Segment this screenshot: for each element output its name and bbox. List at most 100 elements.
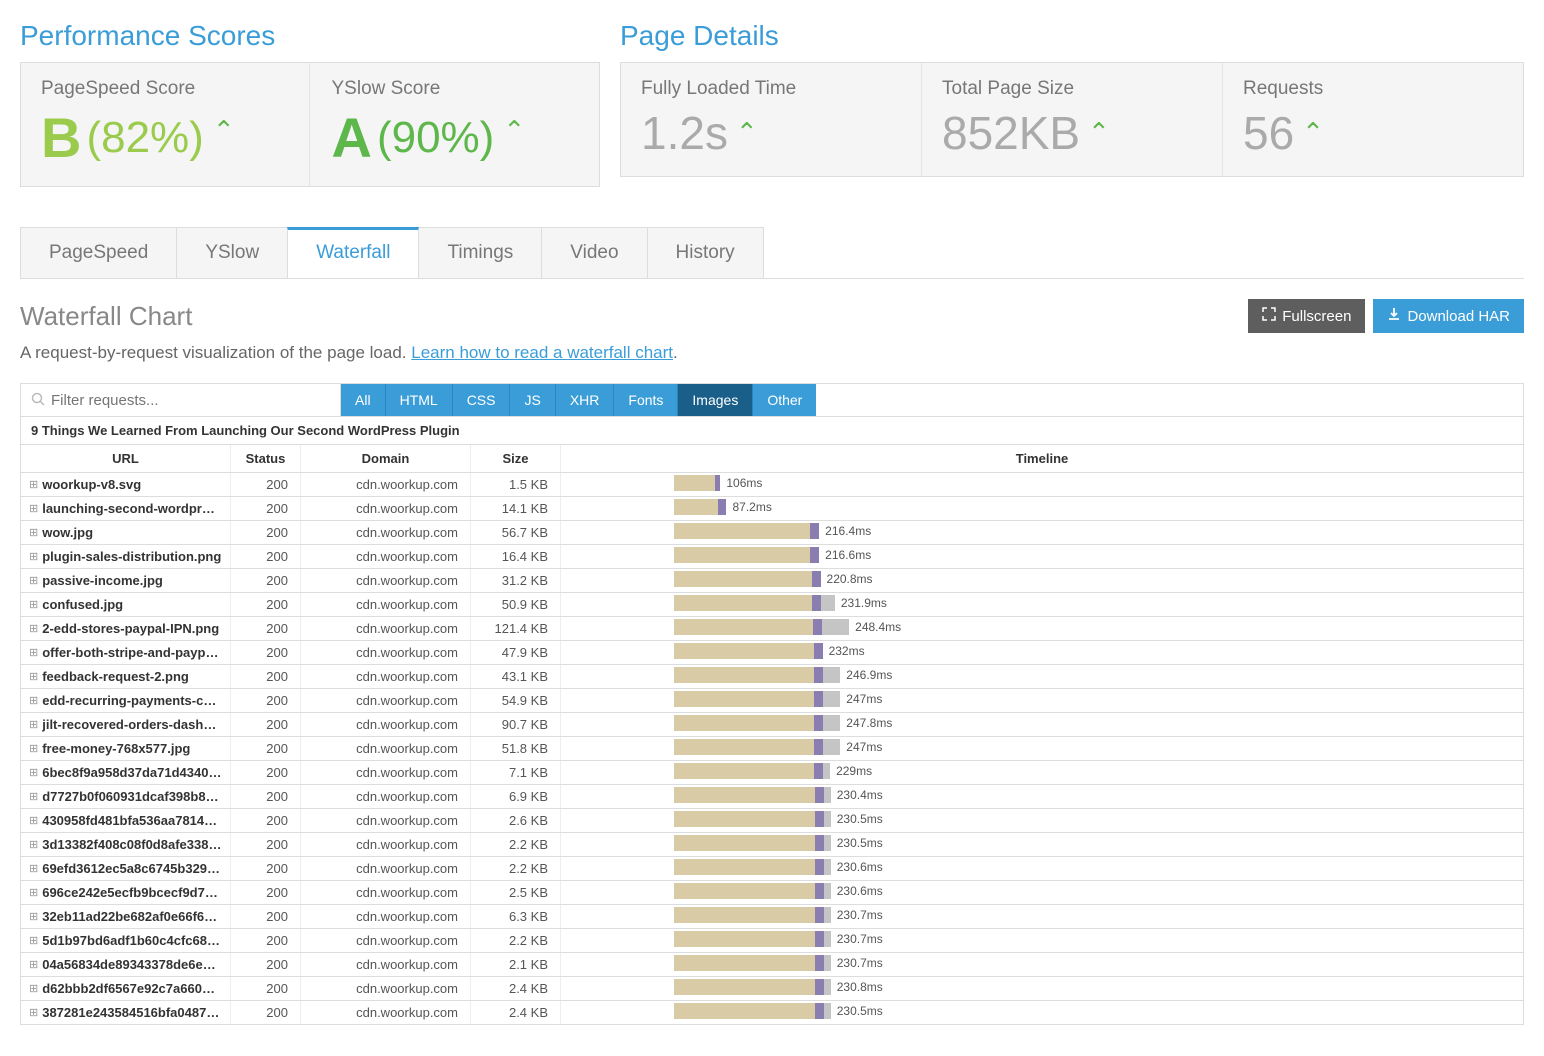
tab-pagespeed[interactable]: PageSpeed [20,227,177,278]
expand-icon[interactable]: ⊞ [29,502,38,515]
cell-domain: cdn.woorkup.com [301,977,471,1000]
table-row[interactable]: ⊞04a56834de89343378de6edd1621…200cdn.woo… [20,952,1524,976]
bar-waiting [674,787,815,803]
table-row[interactable]: ⊞69efd3612ec5a8c6745b3298ab25…200cdn.woo… [20,856,1524,880]
waterfall-chart-title: Waterfall Chart [20,301,192,332]
bar-duration-label: 230.8ms [837,980,883,994]
table-row[interactable]: ⊞d7727b0f060931dcaf398b84faa5e…200cdn.wo… [20,784,1524,808]
table-row[interactable]: ⊞plugin-sales-distribution.png200cdn.woo… [20,544,1524,568]
fullscreen-button[interactable]: Fullscreen [1248,299,1365,333]
filter-btn-fonts[interactable]: Fonts [614,384,678,416]
yslow-score-card[interactable]: YSlow Score A (90%) ⌃ [312,63,600,186]
download-har-button[interactable]: Download HAR [1373,299,1524,333]
url-text: offer-both-stripe-and-paypal.png [42,645,222,660]
tab-history[interactable]: History [647,227,764,278]
table-row[interactable]: ⊞launching-second-wordpress-plu…200cdn.w… [20,496,1524,520]
bar-waiting [674,547,810,563]
cell-url: ⊞d7727b0f060931dcaf398b84faa5e… [21,785,231,808]
expand-icon[interactable]: ⊞ [29,910,38,923]
col-header-status[interactable]: Status [231,445,301,472]
learn-waterfall-link[interactable]: Learn how to read a waterfall chart [411,343,673,362]
expand-icon[interactable]: ⊞ [29,742,38,755]
table-row[interactable]: ⊞2-edd-stores-paypal-IPN.png200cdn.woork… [20,616,1524,640]
expand-icon[interactable]: ⊞ [29,838,38,851]
tab-waterfall[interactable]: Waterfall [287,227,419,278]
cell-domain: cdn.woorkup.com [301,569,471,592]
expand-icon[interactable]: ⊞ [29,886,38,899]
bar-duration-label: 230.5ms [837,836,883,850]
filter-requests-input[interactable] [51,392,330,409]
expand-icon[interactable]: ⊞ [29,766,38,779]
filter-btn-xhr[interactable]: XHR [556,384,615,416]
col-header-timeline[interactable]: Timeline [561,445,1523,472]
table-row[interactable]: ⊞passive-income.jpg200cdn.woorkup.com31.… [20,568,1524,592]
search-icon [31,392,45,409]
expand-icon[interactable]: ⊞ [29,934,38,947]
pagespeed-score-card[interactable]: PageSpeed Score B (82%) ⌃ [21,63,310,186]
expand-icon[interactable]: ⊞ [29,574,38,587]
table-row[interactable]: ⊞6bec8f9a958d37da71d4340c00f5…200cdn.woo… [20,760,1524,784]
filter-btn-js[interactable]: JS [510,384,555,416]
col-header-url[interactable]: URL [21,445,231,472]
expand-icon[interactable]: ⊞ [29,694,38,707]
expand-icon[interactable]: ⊞ [29,982,38,995]
requests-card[interactable]: Requests 56 ⌃ [1223,63,1523,176]
expand-icon[interactable]: ⊞ [29,718,38,731]
tab-timings[interactable]: Timings [418,227,542,278]
table-row[interactable]: ⊞32eb11ad22be682af0e66f69ced2…200cdn.woo… [20,904,1524,928]
table-row[interactable]: ⊞edd-recurring-payments-changel…200cdn.w… [20,688,1524,712]
tab-video[interactable]: Video [541,227,647,278]
table-row[interactable]: ⊞430958fd481bfa536aa78146870a…200cdn.woo… [20,808,1524,832]
expand-icon[interactable]: ⊞ [29,526,38,539]
table-row[interactable]: ⊞feedback-request-2.png200cdn.woorkup.co… [20,664,1524,688]
expand-icon[interactable]: ⊞ [29,646,38,659]
expand-icon[interactable]: ⊞ [29,790,38,803]
bar-duration-label: 230.5ms [837,812,883,826]
cell-size: 14.1 KB [471,497,561,520]
cell-size: 54.9 KB [471,689,561,712]
fully-loaded-card[interactable]: Fully Loaded Time 1.2s ⌃ [621,63,922,176]
table-row[interactable]: ⊞387281e243584516bfa0487d16c9…200cdn.woo… [20,1000,1524,1025]
cell-size: 90.7 KB [471,713,561,736]
table-row[interactable]: ⊞free-money-768x577.jpg200cdn.woorkup.co… [20,736,1524,760]
col-header-domain[interactable]: Domain [301,445,471,472]
table-row[interactable]: ⊞confused.jpg200cdn.woorkup.com50.9 KB23… [20,592,1524,616]
table-header: URL Status Domain Size Timeline [20,444,1524,472]
filter-btn-all[interactable]: All [341,384,386,416]
filter-btn-css[interactable]: CSS [453,384,511,416]
table-row[interactable]: ⊞woorkup-v8.svg200cdn.woorkup.com1.5 KB1… [20,472,1524,496]
bar-extra [824,955,831,971]
tab-yslow[interactable]: YSlow [176,227,288,278]
page-size-card[interactable]: Total Page Size 852KB ⌃ [922,63,1223,176]
table-row[interactable]: ⊞offer-both-stripe-and-paypal.png200cdn.… [20,640,1524,664]
cell-timeline: 247.8ms [561,713,1523,736]
bar-receiving [814,691,823,707]
table-row[interactable]: ⊞3d13382f408c08f0d8afe338b5357…200cdn.wo… [20,832,1524,856]
col-header-size[interactable]: Size [471,445,561,472]
expand-icon[interactable]: ⊞ [29,598,38,611]
cell-status: 200 [231,713,301,736]
table-row[interactable]: ⊞wow.jpg200cdn.woorkup.com56.7 KB216.4ms [20,520,1524,544]
table-row[interactable]: ⊞jilt-recovered-orders-dashboard.…200cdn… [20,712,1524,736]
filter-btn-html[interactable]: HTML [386,384,453,416]
table-row[interactable]: ⊞5d1b97bd6adf1b60c4cfc68d5ba4…200cdn.woo… [20,928,1524,952]
filter-btn-other[interactable]: Other [753,384,816,416]
table-row[interactable]: ⊞d62bbb2df6567e92c7a660c5a357…200cdn.woo… [20,976,1524,1000]
expand-icon[interactable]: ⊞ [29,622,38,635]
expand-icon[interactable]: ⊞ [29,958,38,971]
expand-icon[interactable]: ⊞ [29,814,38,827]
bar-receiving [815,811,824,827]
expand-icon[interactable]: ⊞ [29,550,38,563]
expand-icon[interactable]: ⊞ [29,1006,38,1019]
expand-icon[interactable]: ⊞ [29,670,38,683]
cell-url: ⊞confused.jpg [21,593,231,616]
cell-url: ⊞430958fd481bfa536aa78146870a… [21,809,231,832]
cell-domain: cdn.woorkup.com [301,833,471,856]
url-text: 696ce242e5ecfb9bcecf9d7ec1d1… [42,885,222,900]
table-row[interactable]: ⊞696ce242e5ecfb9bcecf9d7ec1d1…200cdn.woo… [20,880,1524,904]
url-text: 69efd3612ec5a8c6745b3298ab25… [42,861,222,876]
bar-extra [824,859,831,875]
filter-btn-images[interactable]: Images [678,384,753,416]
expand-icon[interactable]: ⊞ [29,478,38,491]
expand-icon[interactable]: ⊞ [29,862,38,875]
